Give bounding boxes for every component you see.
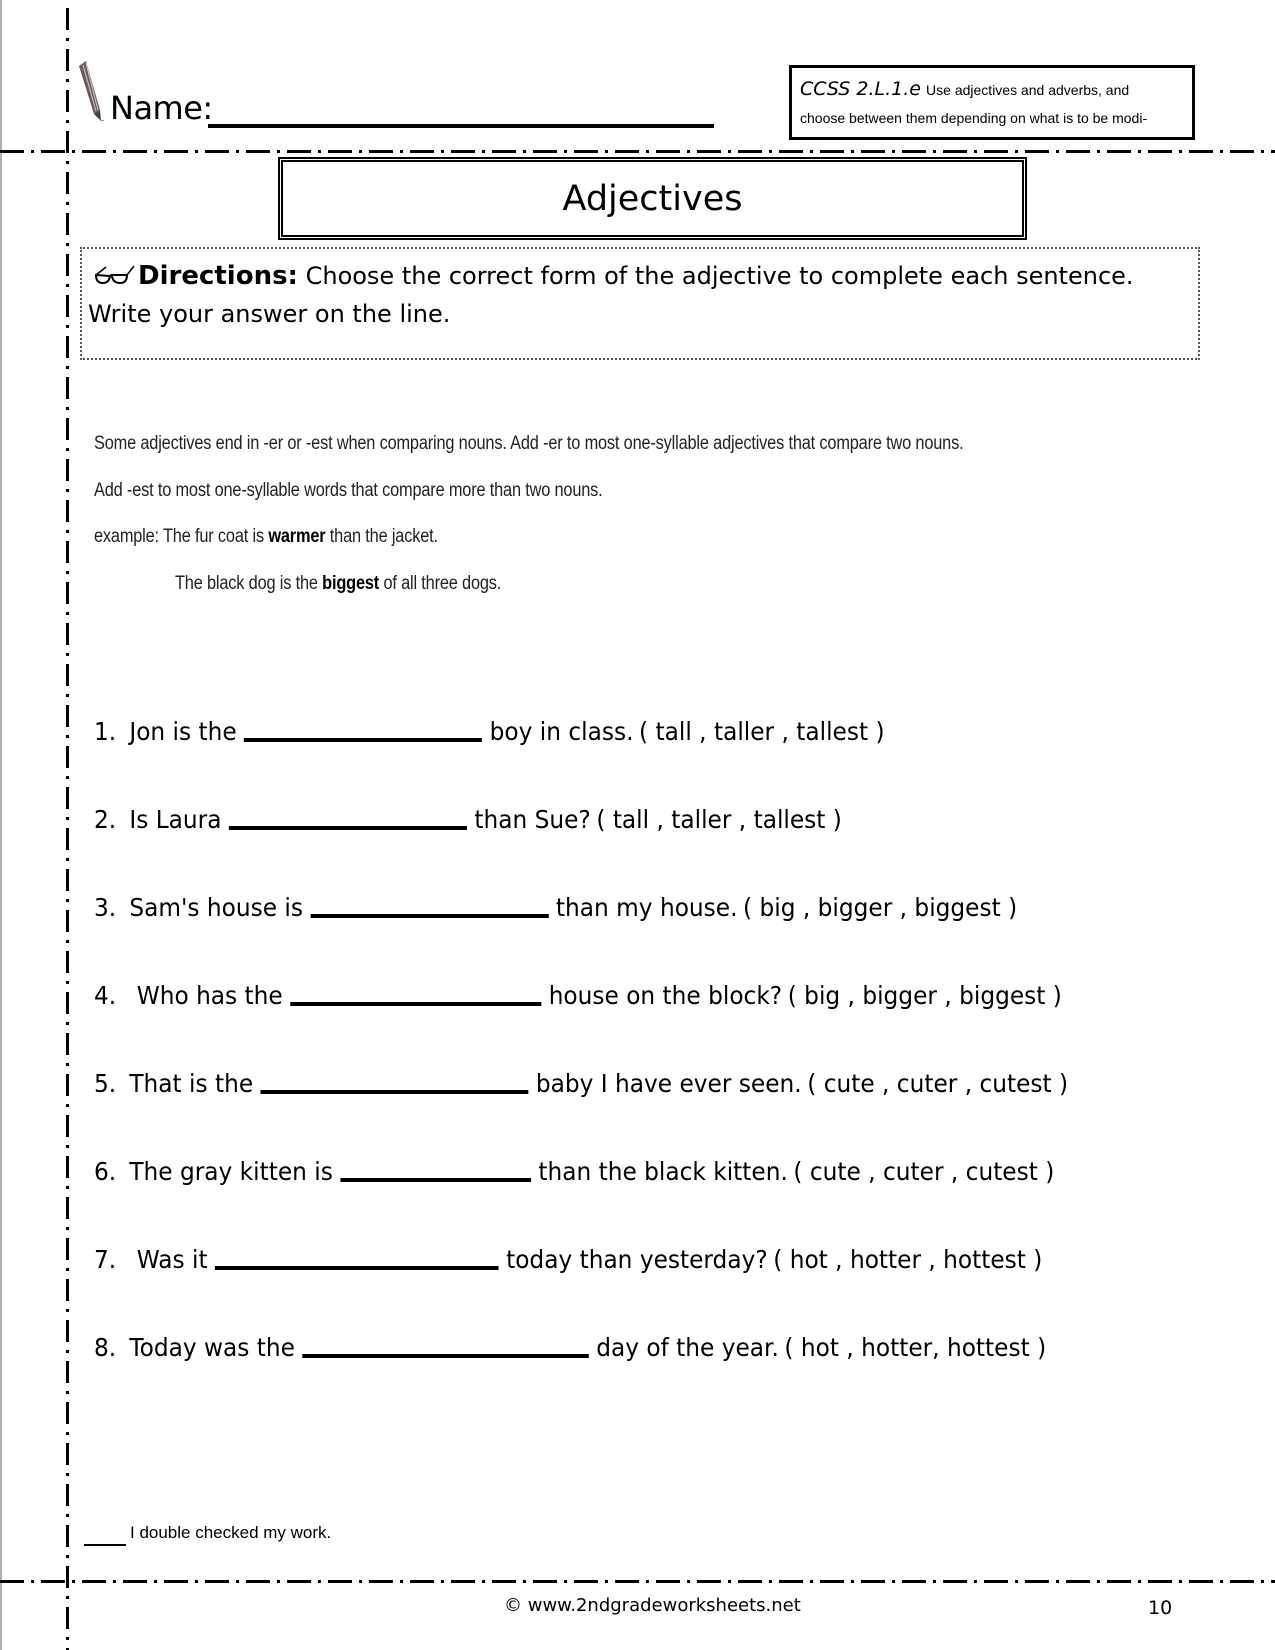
- example-1-suffix: than the jacket.: [325, 526, 438, 547]
- question-text-before: Was it: [129, 1245, 208, 1274]
- page-title: Adjectives: [562, 178, 743, 219]
- answer-blank[interactable]: [310, 914, 549, 918]
- question-text-before: Who has the: [129, 981, 283, 1010]
- answer-options: ( hot , hotter , hottest ): [773, 1245, 1043, 1274]
- question-text-after: boy in class.: [489, 717, 634, 746]
- answer-options: ( cute , cuter , cutest ): [793, 1157, 1055, 1186]
- example-2-bold: biggest: [322, 573, 380, 594]
- question-number: 4.: [94, 981, 117, 1010]
- question-3: 3. Sam's house is than my house.( big , bi…: [94, 891, 1017, 925]
- question-text-after: than Sue?: [474, 805, 591, 834]
- example-1: example: The fur coat is warmer than the…: [94, 526, 438, 548]
- question-7: 7. Was it today than yesterday?( hot , ho…: [94, 1243, 1042, 1277]
- question-text-before: That is the: [129, 1069, 254, 1098]
- example-1-prefix: example: The fur coat is: [94, 526, 269, 547]
- directions-line2: Write your answer on the line.: [88, 300, 451, 328]
- answer-blank[interactable]: [260, 1090, 529, 1094]
- question-number: 6.: [94, 1157, 117, 1186]
- question-text-after: baby I have ever seen.: [535, 1069, 802, 1098]
- pencil-icon: [79, 61, 104, 122]
- question-text-after: than the black kitten.: [538, 1157, 788, 1186]
- standard-box: CCSS 2.L.1.e Use adjectives and adverbs,…: [789, 65, 1195, 140]
- answer-options: ( cute , cuter , cutest ): [807, 1069, 1069, 1098]
- example-2: The black dog is the biggest of all thre…: [175, 573, 501, 595]
- page-number: 10: [1148, 1597, 1173, 1619]
- directions-label: Directions:: [138, 261, 298, 291]
- question-number: 2.: [94, 805, 117, 834]
- question-2: 2. Is Laura than Sue?( tall , taller , tal…: [94, 803, 842, 837]
- name-label: Name:: [110, 89, 213, 127]
- double-check-label: I double checked my work.: [130, 1523, 332, 1542]
- explanation-line2: Add -est to most one-syllable words that…: [94, 480, 603, 501]
- copyright-text: © www.2ndgradeworksheets.net: [504, 1595, 801, 1616]
- standard-code: CCSS 2.L.1.e: [800, 78, 921, 100]
- question-6: 6. The gray kitten is than the black kitte…: [94, 1155, 1054, 1189]
- example-2-suffix: of all three dogs.: [379, 573, 502, 594]
- margin-rule: [66, 8, 69, 1650]
- title-box: Adjectives: [278, 157, 1027, 240]
- directions-text: Choose the correct form of the adjective…: [305, 262, 1134, 290]
- answer-options: ( big , bigger , biggest ): [787, 981, 1062, 1010]
- footer-rule: [0, 1580, 1275, 1583]
- page-edge: [0, 0, 2, 1650]
- question-text-before: Sam's house is: [129, 893, 303, 922]
- question-text-before: Is Laura: [129, 805, 222, 834]
- question-number: 5.: [94, 1069, 117, 1098]
- question-number: 1.: [94, 717, 117, 746]
- answer-options: ( big , bigger , biggest ): [743, 893, 1018, 922]
- standard-text-line1: Use adjectives and adverbs, and: [926, 82, 1130, 98]
- name-field[interactable]: [208, 124, 714, 128]
- answer-blank[interactable]: [302, 1354, 589, 1358]
- glasses-icon: [94, 265, 135, 285]
- answer-options: ( tall , taller , tallest ): [639, 717, 885, 746]
- question-1: 1. Jon is the boy in class.( tall , taller…: [94, 715, 885, 749]
- question-text-after: day of the year.: [596, 1333, 779, 1362]
- question-8: 8. Today was the day of the year.( hot , h…: [94, 1331, 1046, 1365]
- answer-options: ( tall , taller , tallest ): [596, 805, 842, 834]
- double-check-field[interactable]: [84, 1544, 126, 1546]
- answer-blank[interactable]: [228, 826, 467, 830]
- question-number: 3.: [94, 893, 117, 922]
- question-text-after: house on the block?: [548, 981, 783, 1010]
- question-number: 7.: [94, 1245, 117, 1274]
- question-number: 8.: [94, 1333, 117, 1362]
- question-text-before: The gray kitten is: [129, 1157, 333, 1186]
- directions-line1: Directions: Choose the correct form of t…: [138, 259, 1134, 293]
- question-text-after: today than yesterday?: [506, 1245, 768, 1274]
- answer-blank[interactable]: [290, 1002, 542, 1006]
- question-text-after: than my house.: [555, 893, 738, 922]
- question-text-before: Jon is the: [129, 717, 237, 746]
- question-4: 4. Who has the house on the block?( big ,…: [94, 979, 1062, 1013]
- answer-blank[interactable]: [215, 1266, 499, 1270]
- example-2-prefix: The black dog is the: [175, 573, 323, 594]
- question-text-before: Today was the: [129, 1333, 295, 1362]
- answer-blank[interactable]: [244, 738, 483, 742]
- answer-blank[interactable]: [340, 1178, 531, 1182]
- example-1-bold: warmer: [268, 526, 326, 547]
- question-5: 5. That is the baby I have ever seen.( cut…: [94, 1067, 1068, 1101]
- header-rule: [0, 150, 1275, 153]
- standard-text-line2: choose between them depending on what is…: [800, 110, 1148, 126]
- explanation-line1: Some adjectives end in -er or -est when …: [94, 433, 964, 454]
- answer-options: ( hot , hotter, hottest ): [784, 1333, 1047, 1362]
